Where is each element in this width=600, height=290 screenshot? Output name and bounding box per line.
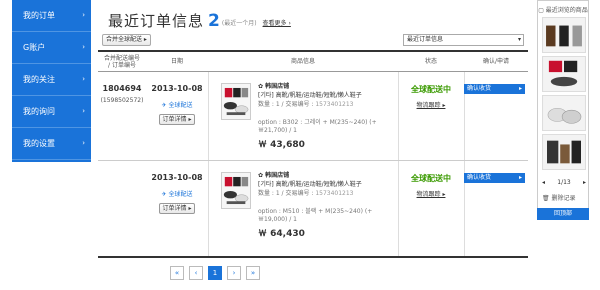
- quantity-label: 数量 : 1 / 交易编号 :: [258, 101, 316, 108]
- recent-page-indicator: 1/13: [557, 179, 571, 186]
- column-divider: [208, 72, 209, 160]
- recent-item-thumbnail[interactable]: [542, 95, 586, 131]
- shoes-image: [543, 18, 585, 52]
- product-option: option : M510 : 블랙 + M(235~240) (+￦19,00…: [258, 208, 373, 223]
- back-to-top-button[interactable]: 回顶部: [537, 208, 589, 220]
- product-option: option : B302 : 그레이 + M(235~240) (+￦21,7…: [258, 119, 377, 134]
- sidebar-item-label: 我的询问: [23, 107, 55, 116]
- shoes-image: [543, 57, 585, 91]
- table-row: 1804694 (1598502572) 2013-10-08 ✈ 全球配送 订…: [98, 72, 528, 161]
- column-header-status: 状态: [424, 58, 437, 65]
- shoes-image: [543, 135, 585, 169]
- product-thumbnail[interactable]: [221, 83, 251, 120]
- order-number: (1598502572): [100, 97, 144, 104]
- toolbar: 合并全球配送 ▸ 最近订单信息 ▾: [98, 34, 528, 48]
- clear-history-button[interactable]: 🗑 删除记录: [542, 193, 586, 202]
- trade-number: 1573401213: [315, 101, 354, 108]
- product-info: ✿ 韩国店铺 [기타] 高靴/帆鞋/运动鞋/短靴/懒人鞋子 数量 : 1 / 交…: [258, 171, 398, 239]
- chevron-right-icon: ▸: [518, 174, 522, 181]
- column-divider: [208, 161, 209, 256]
- merge-shipping-button[interactable]: 合并全球配送 ▸: [102, 34, 151, 46]
- merge-order-number: 1804694: [102, 84, 142, 93]
- sidebar-item-label: 我的设置: [23, 139, 55, 148]
- table-header: 合并配送编号 / 订单编号 日期 商品信息 状态 确认/申请: [98, 50, 528, 72]
- sidebar-item-g-account[interactable]: G账户 ›: [12, 32, 91, 64]
- order-status: 全球配送中: [411, 174, 451, 183]
- chevron-right-icon: ›: [82, 139, 85, 147]
- quantity-line: 数量 : 1 / 交易编号 : 1573401213: [258, 100, 398, 109]
- column-header-product: 商品信息: [290, 58, 315, 65]
- sidebar-item-my-inquiries[interactable]: 我的询问 ›: [12, 96, 91, 128]
- confirm-receipt-button[interactable]: 确认收货 ▸: [464, 173, 525, 183]
- orders-panel: 最近订单信息 2 (最近一个月) 查看更多 › 合并全球配送 ▸ 最近订单信息 …: [98, 0, 528, 258]
- recent-item-thumbnail[interactable]: [542, 134, 586, 170]
- recent-pagination: ◂ 1/13 ▸: [542, 179, 586, 186]
- first-page-button[interactable]: «: [170, 266, 184, 280]
- product-price: ￦ 64,430: [258, 229, 305, 239]
- shoes-image: [222, 173, 250, 208]
- table-row: 2013-10-08 ✈ 全球配送 订单详情 ▸ ✿ 韩国店铺 [기타] 高靴/…: [98, 161, 528, 258]
- tracking-link[interactable]: 物流跟踪 ▸: [398, 189, 464, 198]
- chevron-right-icon: ▸: [518, 85, 522, 92]
- shop-name[interactable]: ✿ 韩国店铺: [258, 171, 398, 180]
- confirm-receipt-button[interactable]: 确认收货 ▸: [464, 84, 525, 94]
- global-shipping-badge: ✈ 全球配送: [161, 102, 193, 109]
- prev-page-button[interactable]: ‹: [189, 266, 203, 280]
- last-page-button[interactable]: »: [246, 266, 260, 280]
- column-header-date: 日期: [170, 58, 183, 65]
- trade-number: 1573401213: [315, 190, 354, 197]
- column-header-confirm: 确认/申请: [482, 58, 510, 65]
- order-date: 2013-10-08: [151, 84, 203, 93]
- order-detail-button[interactable]: 订单详情 ▸: [159, 114, 195, 125]
- order-filter-select[interactable]: 最近订单信息 ▾: [403, 34, 524, 46]
- sidebar-item-my-orders[interactable]: 我的订单 ›: [12, 0, 91, 32]
- product-thumbnail[interactable]: [221, 172, 251, 209]
- recent-next-button[interactable]: ▸: [583, 179, 586, 186]
- page-header: 最近订单信息 2 (最近一个月) 查看更多 ›: [98, 0, 528, 30]
- recently-viewed-title: ▢ 最近浏览的商品: [538, 7, 588, 14]
- date-range-label: (最近一个月): [221, 20, 257, 27]
- view-more-link[interactable]: 查看更多 ›: [263, 18, 291, 27]
- recent-item-thumbnail[interactable]: [542, 56, 586, 92]
- product-price: ￦ 43,680: [258, 140, 305, 150]
- order-detail-button[interactable]: 订单详情 ▸: [159, 203, 195, 214]
- column-header-order-id: 合并配送编号 / 订单编号: [103, 55, 140, 69]
- chevron-right-icon: ›: [82, 107, 85, 115]
- product-name[interactable]: [기타] 高靴/帆鞋/运动鞋/短靴/懒人鞋子: [258, 91, 398, 100]
- recently-viewed-panel: ▢ 最近浏览的商品 ◂ 1/13 ▸ 🗑 删除记录: [537, 0, 589, 216]
- chevron-right-icon: ›: [82, 75, 85, 83]
- order-count: 2: [208, 11, 220, 31]
- shop-name[interactable]: ✿ 韩国店铺: [258, 82, 398, 91]
- tracking-link[interactable]: 物流跟踪 ▸: [398, 100, 464, 109]
- product-name[interactable]: [기타] 高靴/帆鞋/运动鞋/短靴/懒人鞋子: [258, 180, 398, 189]
- order-status: 全球配送中: [411, 85, 451, 94]
- sidebar-item-label: G账户: [23, 43, 46, 52]
- quantity-label: 数量 : 1 / 交易编号 :: [258, 190, 316, 197]
- product-info: ✿ 韩国店铺 [기타] 高靴/帆鞋/运动鞋/短靴/懒人鞋子 数量 : 1 / 交…: [258, 82, 398, 150]
- recent-item-thumbnail[interactable]: [542, 17, 586, 53]
- chevron-down-icon: ▾: [517, 36, 521, 43]
- sidebar-item-label: 我的订单: [23, 11, 55, 20]
- next-page-button[interactable]: ›: [227, 266, 241, 280]
- confirm-receipt-label: 确认收货: [467, 85, 492, 92]
- quantity-line: 数量 : 1 / 交易编号 : 1573401213: [258, 189, 398, 198]
- sidebar-item-my-follow[interactable]: 我的关注 ›: [12, 64, 91, 96]
- recent-prev-button[interactable]: ◂: [542, 179, 545, 186]
- left-sidebar: 我的订单 › G账户 › 我的关注 › 我的询问 › 我的设置 ›: [12, 0, 91, 162]
- shoes-image: [543, 96, 585, 130]
- order-filter-value: 最近订单信息: [407, 36, 444, 43]
- chevron-right-icon: ›: [82, 11, 85, 19]
- current-page-button[interactable]: 1: [208, 266, 222, 280]
- pagination: « ‹ 1 › »: [170, 266, 260, 280]
- order-date: 2013-10-08: [151, 173, 203, 182]
- page-title: 最近订单信息: [108, 12, 205, 30]
- chevron-right-icon: ›: [82, 43, 85, 51]
- sidebar-item-label: 我的关注: [23, 75, 55, 84]
- sidebar-item-my-settings[interactable]: 我的设置 ›: [12, 128, 91, 160]
- global-shipping-badge: ✈ 全球配送: [161, 191, 193, 198]
- shoes-image: [222, 84, 250, 119]
- confirm-receipt-label: 确认收货: [467, 174, 492, 181]
